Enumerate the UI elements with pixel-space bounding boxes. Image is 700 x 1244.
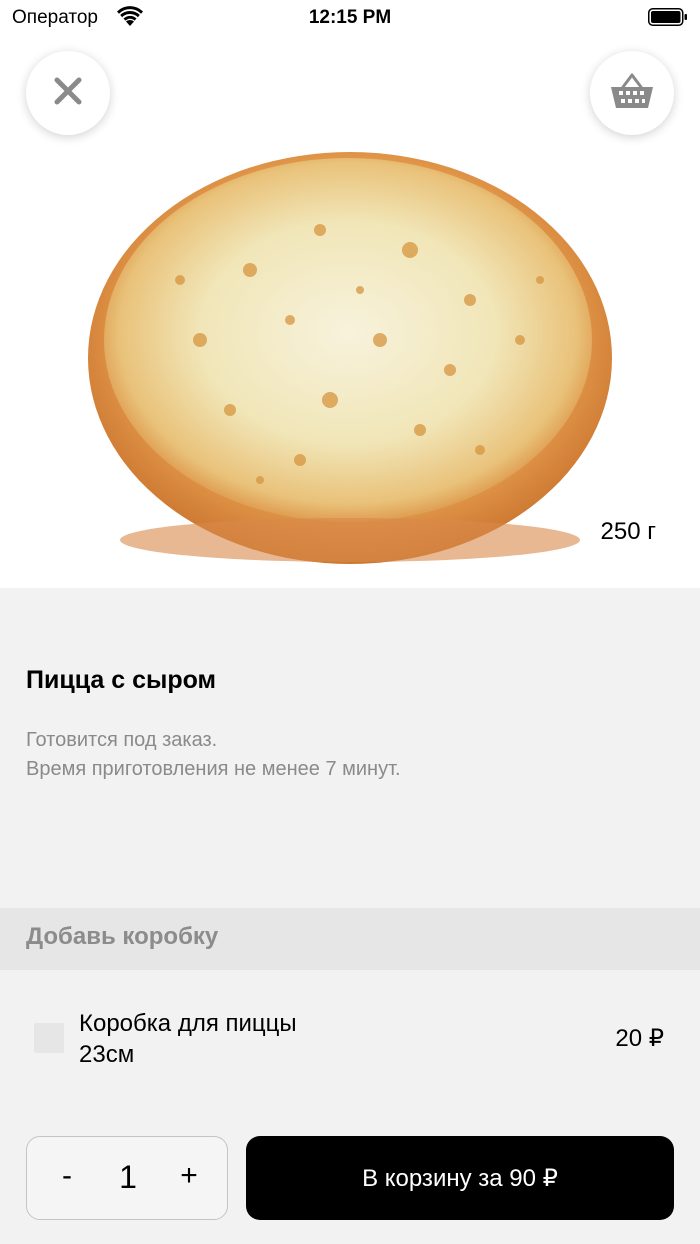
pizza-image [88,152,612,564]
clock: 12:15 PM [308,7,392,28]
description-line: Готовится под заказ. [26,729,218,751]
bottom-bar: - 1 + В корзину за 90 ₽ [0,1108,700,1244]
box-option-label: Коробка для пиццы 23см [79,1010,297,1068]
product-description: Готовится под заказ. Время приготовления… [26,726,401,784]
close-icon [53,76,83,111]
increase-button[interactable]: + [167,1159,211,1199]
product-image-area [0,40,700,588]
basket-icon [609,71,655,116]
close-button[interactable] [26,51,110,135]
add-to-cart-button[interactable]: В корзину за 90 ₽ [246,1136,674,1220]
product-title: Пицца с сыром [26,666,217,694]
quantity-value: 1 [119,1159,137,1195]
quantity-stepper: - 1 + [26,1136,228,1220]
box-option-row[interactable]: Коробка для пиццы 23см 20 ₽ [0,970,700,1108]
section-header-add-box: Добавь коробку [0,908,700,970]
product-weight: 250 г [600,518,656,545]
description-line: Время приготовления не менее 7 минут. [26,758,401,780]
box-option-checkbox[interactable] [34,1023,64,1053]
status-bar: Оператор 12:15 PM [0,0,700,40]
section-header-label: Добавь коробку [26,923,219,950]
cart-button[interactable] [590,51,674,135]
decrease-button[interactable]: - [45,1159,89,1199]
box-option-price: 20 ₽ [615,1025,664,1052]
battery-icon [648,8,688,26]
